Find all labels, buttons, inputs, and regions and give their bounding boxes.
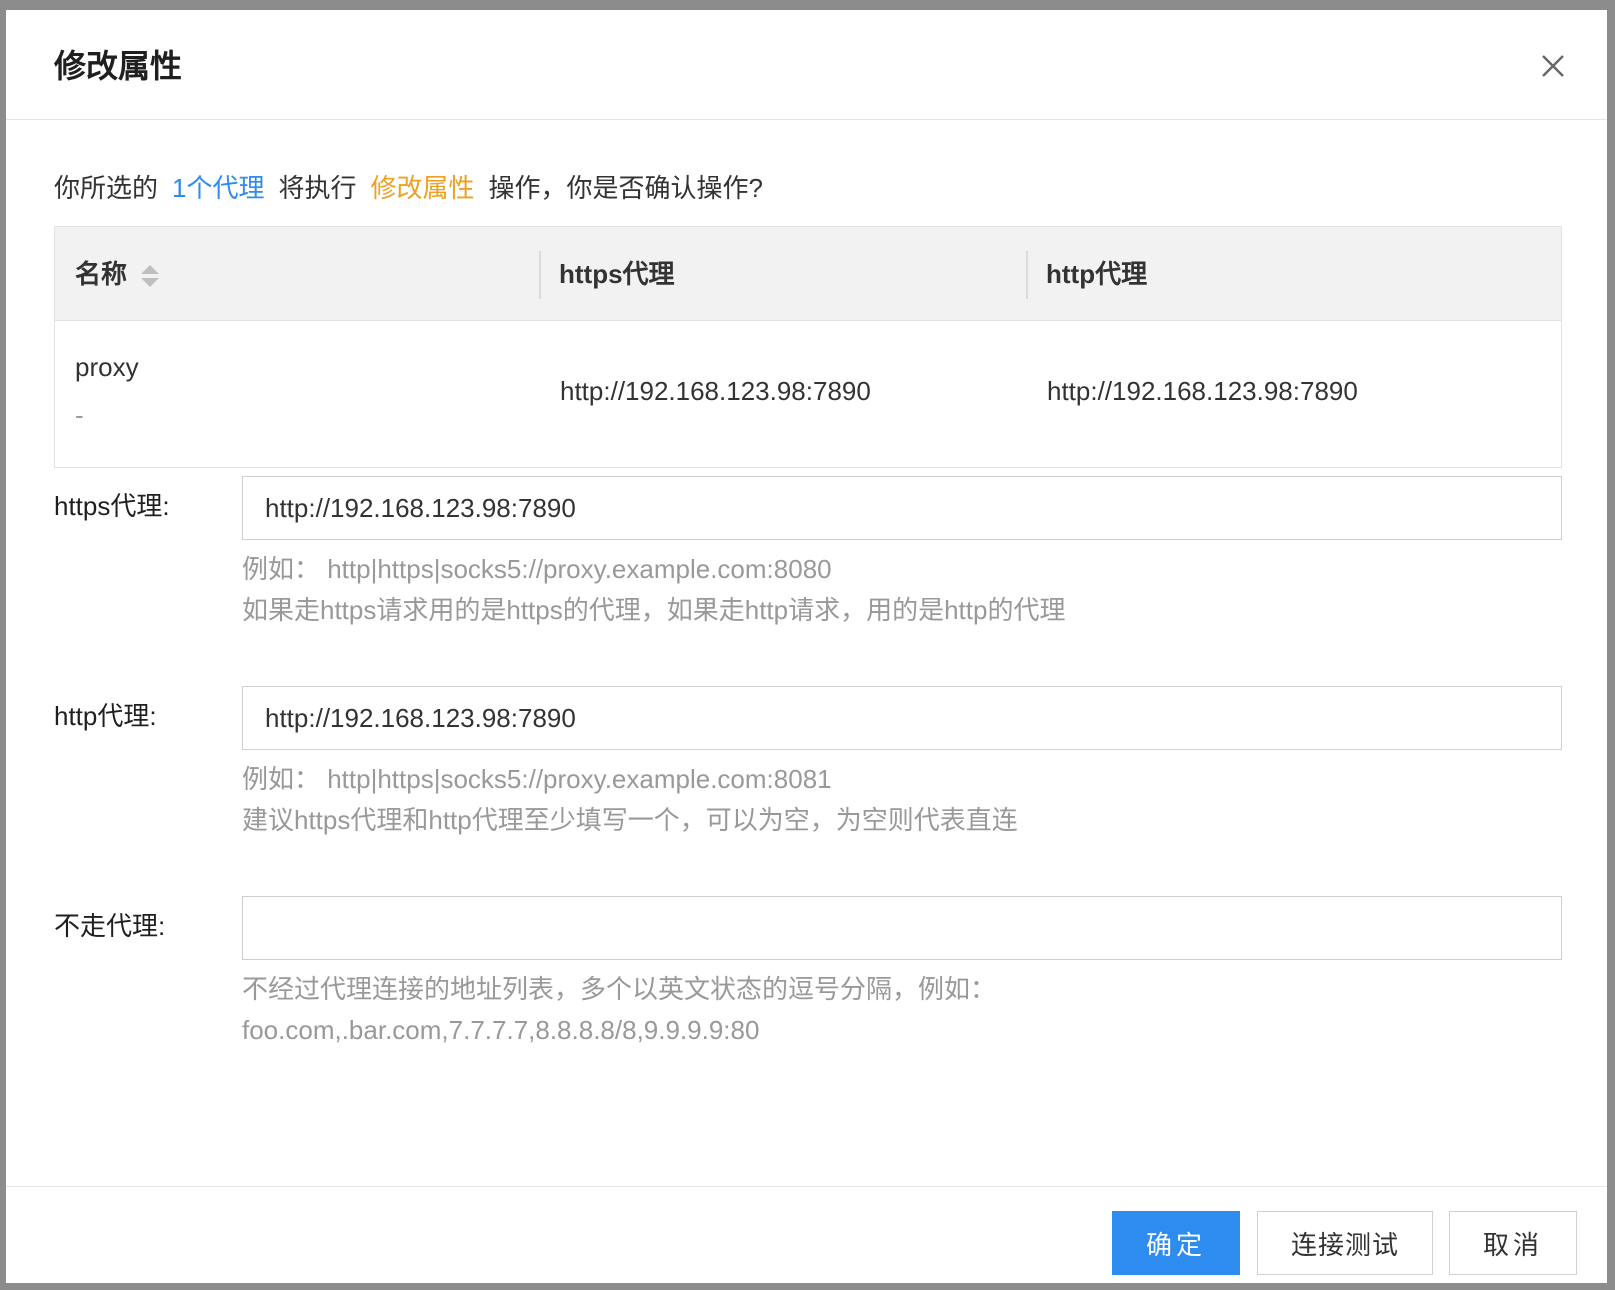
no-proxy-hint-desc: 不经过代理连接的地址列表，多个以英文状态的逗号分隔，例如：	[242, 974, 997, 1004]
row-name: proxy	[75, 352, 139, 382]
column-header-name[interactable]: 名称	[75, 227, 161, 321]
https-proxy-input[interactable]	[242, 476, 1562, 540]
row-https-proxy: http://192.168.123.98:7890	[560, 376, 871, 406]
row-http-proxy: http://192.168.123.98:7890	[1047, 376, 1358, 406]
https-proxy-hint-desc: 如果走https请求用的是https的代理，如果走http请求，用的是http的…	[242, 595, 1066, 625]
action-name: 修改属性	[370, 173, 475, 203]
close-button[interactable]	[1533, 46, 1573, 86]
confirm-suffix: 操作，你是否确认操作?	[488, 173, 763, 203]
table-header: 名称 https代理 http代理	[55, 227, 1561, 321]
dialog-title: 修改属性	[54, 48, 183, 84]
no-proxy-input[interactable]	[242, 896, 1562, 960]
confirm-message: 你所选的 1个代理 将执行 修改属性 操作，你是否确认操作?	[54, 170, 763, 206]
confirm-middle: 将执行	[278, 173, 357, 203]
edit-properties-dialog: 修改属性 你所选的 1个代理 将执行 修改属性 操作，你是否确认操作? 名称 https…	[6, 10, 1607, 1283]
column-divider	[539, 251, 541, 299]
selected-count: 1个代理	[172, 173, 265, 203]
dialog-header: 修改属性	[6, 10, 1607, 120]
dialog-footer: 确定 连接测试 取消	[6, 1186, 1607, 1283]
column-header-label: 名称	[75, 259, 128, 289]
column-divider	[1026, 251, 1028, 299]
cancel-button[interactable]: 取消	[1449, 1211, 1577, 1275]
sort-icon[interactable]	[139, 261, 161, 291]
close-icon	[1542, 55, 1564, 77]
http-proxy-hint-example: 例如： http|https|socks5://proxy.example.co…	[242, 764, 832, 794]
row-sub: -	[75, 400, 84, 430]
confirm-button[interactable]: 确定	[1112, 1211, 1240, 1275]
column-header-http: http代理	[1046, 259, 1148, 289]
confirm-prefix: 你所选的	[54, 173, 159, 203]
https-proxy-label: https代理:	[54, 491, 170, 521]
https-proxy-hint-example: 例如： http|https|socks5://proxy.example.co…	[242, 554, 832, 584]
http-proxy-input[interactable]	[242, 686, 1562, 750]
test-connection-button[interactable]: 连接测试	[1257, 1211, 1433, 1275]
no-proxy-hint-example: foo.com,.bar.com,7.7.7.7,8.8.8.8/8,9.9.9…	[242, 1015, 760, 1045]
column-header-https: https代理	[559, 259, 675, 289]
selected-proxy-table: 名称 https代理 http代理 proxy - http://192.168…	[54, 226, 1562, 468]
no-proxy-label: 不走代理:	[54, 911, 166, 941]
http-proxy-hint-desc: 建议https代理和http代理至少填写一个，可以为空，为空则代表直连	[242, 805, 1018, 835]
http-proxy-label: http代理:	[54, 701, 157, 731]
